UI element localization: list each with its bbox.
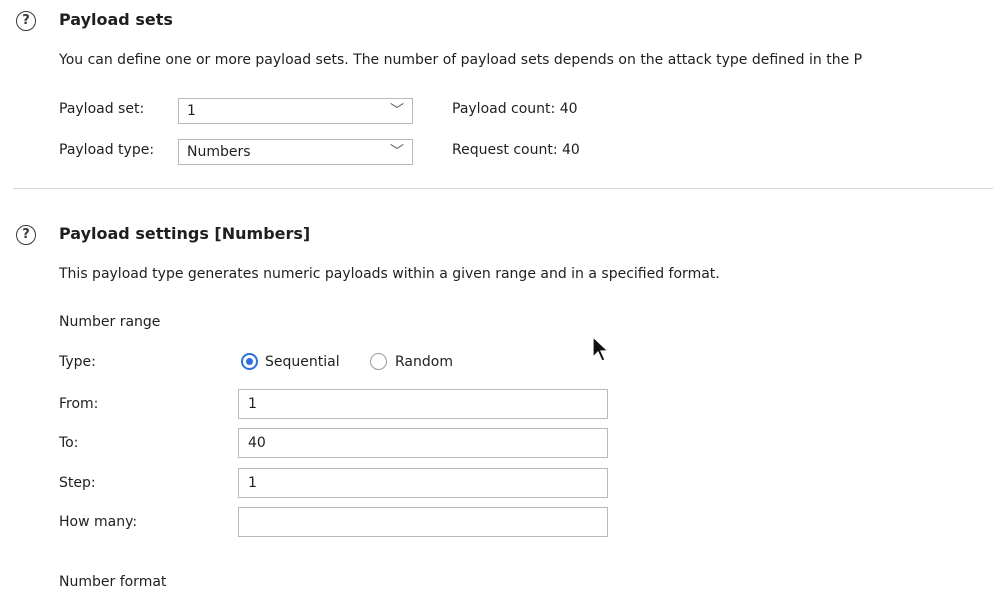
payload-sets-description: You can define one or more payload sets.… [59,52,863,68]
number-format-label: Number format [59,574,167,590]
payload-settings-title: Payload settings [Numbers] [59,224,311,243]
random-label[interactable]: Random [395,354,453,370]
sequential-radio[interactable] [241,353,258,370]
request-count: Request count: 40 [452,142,580,158]
step-label: Step: [59,475,96,491]
from-input[interactable]: 1 [238,389,608,419]
number-range-label: Number range [59,314,161,330]
payload-settings-description: This payload type generates numeric payl… [59,266,720,282]
sequential-label[interactable]: Sequential [265,354,340,370]
how-many-input[interactable] [238,507,608,537]
payload-set-value: 1 [187,103,196,119]
help-icon[interactable]: ? [16,225,36,245]
payload-type-value: Numbers [187,144,251,160]
payload-set-select[interactable]: 1 ﹀ [178,98,413,124]
how-many-label: How many: [59,514,138,530]
payload-sets-title: Payload sets [59,10,173,29]
from-label: From: [59,396,99,412]
step-input[interactable]: 1 [238,468,608,498]
section-divider [13,188,993,189]
mouse-cursor-icon [592,336,610,362]
type-label: Type: [59,354,96,370]
to-label: To: [59,435,79,451]
payload-count: Payload count: 40 [452,101,578,117]
chevron-down-icon: ﹀ [390,103,404,119]
payload-type-select[interactable]: Numbers ﹀ [178,139,413,165]
help-icon[interactable]: ? [16,11,36,31]
chevron-down-icon: ﹀ [390,144,404,160]
to-input[interactable]: 40 [238,428,608,458]
payload-set-label: Payload set: [59,101,145,117]
payload-type-label: Payload type: [59,142,155,158]
random-radio[interactable] [370,353,387,370]
